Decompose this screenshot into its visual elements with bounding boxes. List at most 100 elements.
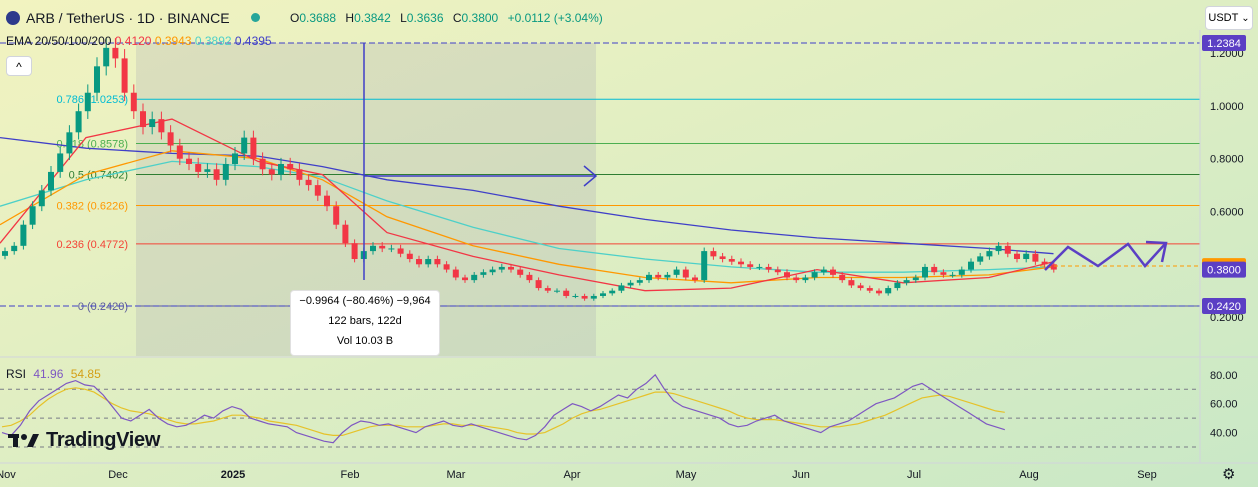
candle-body (811, 272, 818, 278)
candle-body (535, 280, 542, 289)
candle-body (480, 272, 487, 275)
ema20-value: 0.4120 (114, 34, 152, 48)
candle-body (793, 277, 800, 281)
candle-body (701, 251, 708, 281)
price-tag-label: 0.3800 (1207, 265, 1241, 277)
candle-body (590, 295, 597, 299)
rsi-tick-label: 80.00 (1210, 370, 1238, 382)
candle-body (977, 256, 984, 262)
candle-body (305, 179, 312, 186)
candle-body (443, 264, 450, 270)
candle-body (84, 92, 91, 112)
rsi-legend[interactable]: RSI 41.96 54.85 (6, 367, 101, 381)
rsi-ma-value: 54.85 (70, 367, 101, 381)
candle-body (572, 295, 579, 297)
candle-body (1050, 264, 1057, 270)
candle-body (517, 269, 524, 275)
time-tick-label: May (676, 469, 697, 481)
candle-body (66, 132, 73, 154)
candle-body (232, 153, 238, 164)
candle-body (710, 251, 717, 257)
chart-canvas[interactable]: 0.786 (1.0253)0.618 (0.8578)0.5 (0.7402)… (0, 0, 1258, 487)
candle-body (406, 253, 413, 260)
candle-body (922, 266, 928, 278)
fib-label: 0 (0.2420) (78, 301, 128, 313)
chevron-up-icon[interactable]: ^ (6, 56, 32, 76)
close-value: 0.3800 (461, 11, 499, 25)
candle-body (351, 243, 358, 260)
candle-body (866, 288, 873, 291)
candle-body (379, 245, 386, 249)
candle-body (498, 266, 505, 270)
fib-label: 0.382 (0.6226) (56, 201, 128, 213)
candle-body (268, 169, 275, 175)
time-tick-label: Jul (907, 469, 921, 481)
time-tick-label: Mar (447, 469, 466, 481)
time-tick-label: 2025 (221, 469, 245, 481)
candle-body (820, 269, 827, 273)
candle-body (848, 280, 855, 286)
candle-body (554, 290, 560, 292)
time-tick-label: Sep (1137, 469, 1157, 481)
candle-body (388, 248, 395, 250)
candle-body (425, 259, 432, 265)
candle-body (894, 282, 901, 289)
ema100-value: 0.3892 (194, 34, 232, 48)
candle-body (958, 269, 965, 275)
candle-body (563, 290, 570, 296)
candle-body (167, 132, 174, 146)
ohlc-readout: O0.3688 H0.3842 L0.3636 C0.3800 +0.0112 … (290, 11, 603, 25)
candle-body (903, 280, 910, 283)
gear-icon[interactable]: ⚙ (1222, 465, 1235, 483)
candle-body (278, 163, 284, 175)
candle-body (186, 158, 192, 164)
candle-body (581, 295, 588, 299)
ema50-value: 0.3943 (154, 34, 192, 48)
candle-body (29, 206, 36, 225)
tradingview-logo[interactable]: TradingView (8, 428, 160, 452)
candle-body (370, 245, 376, 252)
candle-body (839, 274, 846, 281)
candle-body (1041, 261, 1048, 265)
ema-label: EMA 20/50/100/200 (6, 34, 112, 48)
candle-body (784, 272, 790, 278)
measure-tooltip: −0.9964 (−80.46%) −9,964 122 bars, 122d … (290, 290, 440, 356)
candle-body (140, 111, 146, 128)
candle-body (627, 282, 634, 286)
price-tag-label: 1.2384 (1207, 38, 1241, 50)
symbol-logo-icon (6, 11, 20, 25)
candle-body (11, 245, 18, 252)
candle-body (397, 248, 404, 254)
candle-body (636, 280, 643, 283)
time-tick-label: Feb (341, 469, 360, 481)
measure-change: −0.9964 (−80.46%) −9,964 (299, 295, 431, 307)
candle-body (416, 259, 422, 265)
rsi-label: RSI (6, 367, 27, 381)
candle-body (259, 158, 266, 170)
candle-body (471, 274, 478, 281)
candle-body (20, 224, 27, 246)
price-tick-label: 0.6000 (1210, 207, 1244, 219)
candle-body (673, 269, 680, 275)
time-tick-label: Nov (0, 469, 16, 481)
rsi-tick-label: 60.00 (1210, 399, 1238, 411)
candle-body (241, 137, 248, 154)
candle-body (986, 251, 993, 257)
candle-body (121, 58, 128, 93)
candle-body (664, 274, 671, 278)
candle-body (130, 92, 137, 112)
candle-body (434, 259, 441, 265)
candle-body (738, 261, 744, 265)
candle-body (765, 266, 772, 270)
candle-body (452, 269, 459, 278)
candle-body (728, 259, 735, 262)
symbol-header[interactable]: ARB / TetherUS · 1D · BINANCE (6, 10, 261, 26)
candle-body (609, 290, 616, 294)
ema-legend[interactable]: EMA 20/50/100/200 0.4120 0.3943 0.3892 0… (6, 34, 272, 48)
candle-body (646, 274, 652, 281)
ema200-value: 0.4395 (234, 34, 272, 48)
currency-selector[interactable]: USDT ⌄ (1205, 6, 1253, 30)
candle-body (462, 277, 468, 281)
price-tick-label: 1.0000 (1210, 101, 1244, 113)
time-tick-label: Apr (563, 469, 580, 481)
